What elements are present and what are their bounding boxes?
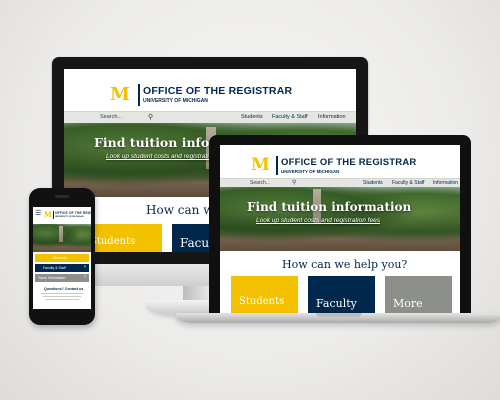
laptop-nav-information[interactable]: Information	[433, 180, 458, 186]
site-header: M OFFICE OF THE REGISTRAR UNIVERSITY OF …	[64, 69, 356, 111]
laptop-main-nav: Search... ⚲ Students Faculty & Staff Inf…	[220, 178, 460, 187]
laptop-university-logo[interactable]: M	[251, 157, 270, 174]
logo-divider	[138, 84, 140, 106]
phone-site-subtitle: UNIVERSITY OF MICHIGAN	[55, 216, 84, 218]
laptop: M OFFICE OF THE REGISTRAR UNIVERSITY OF …	[209, 135, 471, 315]
laptop-tile-more[interactable]: More	[385, 276, 452, 315]
nav-information[interactable]: Information	[318, 114, 346, 120]
laptop-site-header: M OFFICE OF THE REGISTRAR UNIVERSITY OF …	[220, 145, 460, 178]
phone-menu-more-info-label: More Information	[39, 276, 66, 280]
phone-menu-faculty[interactable]: Faculty & Staff ›	[35, 264, 89, 272]
chevron-right-icon: ›	[84, 274, 86, 280]
phone-menu-students[interactable]: Students	[35, 254, 89, 262]
phone-site-title[interactable]: OFFICE OF THE REGISTRAR	[55, 211, 91, 215]
laptop-tile-faculty-label: Faculty	[316, 297, 357, 310]
phone-hero-tower-image	[59, 226, 63, 242]
university-logo[interactable]: M	[110, 86, 130, 104]
phone-site-header: ☰ M OFFICE OF THE REGISTRAR UNIVERSITY O…	[33, 207, 91, 221]
main-nav: Search... ⚲ Students Faculty & Staff Inf…	[64, 111, 356, 123]
laptop-notch	[316, 313, 362, 317]
chevron-right-icon: ›	[84, 264, 86, 270]
phone-hero-banner[interactable]	[33, 224, 91, 252]
search-icon[interactable]: ⚲	[148, 113, 153, 121]
phone-logo-divider	[53, 211, 54, 219]
site-subtitle: UNIVERSITY OF MICHIGAN	[143, 98, 208, 104]
site-title[interactable]: OFFICE OF THE REGISTRAR	[143, 85, 292, 97]
laptop-screen: M OFFICE OF THE REGISTRAR UNIVERSITY OF …	[220, 145, 460, 315]
phone-university-logo[interactable]: M	[44, 211, 52, 218]
phone-text-line	[41, 293, 83, 294]
tile-students-label: Students	[90, 236, 136, 247]
laptop-site-title[interactable]: OFFICE OF THE REGISTRAR	[281, 157, 417, 168]
laptop-hero-title: Find tuition information	[247, 200, 412, 214]
laptop-logo-divider	[276, 156, 278, 175]
laptop-tile-faculty[interactable]: Faculty	[308, 276, 375, 315]
laptop-nav-students[interactable]: Students	[363, 180, 383, 186]
phone-text-line	[45, 299, 79, 300]
laptop-help-heading: How can we help you?	[282, 258, 408, 271]
nav-students[interactable]: Students	[241, 114, 263, 120]
laptop-nav-faculty-staff[interactable]: Faculty & Staff	[392, 180, 424, 186]
phone: ☰ M OFFICE OF THE REGISTRAR UNIVERSITY O…	[29, 188, 95, 325]
search-input[interactable]: Search...	[100, 114, 122, 120]
phone-text-line	[43, 296, 81, 297]
nav-faculty-staff[interactable]: Faculty & Staff	[272, 114, 308, 120]
phone-menu-more-info[interactable]: More Information ›	[35, 274, 89, 282]
phone-menu-students-label: Students	[53, 256, 67, 260]
laptop-hero-banner[interactable]: Find tuition information Look up student…	[220, 187, 460, 251]
phone-menu-faculty-label: Faculty & Staff	[43, 266, 66, 270]
phone-screen: ☰ M OFFICE OF THE REGISTRAR UNIVERSITY O…	[33, 207, 91, 309]
laptop-hero-link[interactable]: Look up student costs and registration f…	[256, 217, 380, 224]
laptop-tile-students[interactable]: Students	[231, 276, 298, 315]
laptop-tile-more-label: More	[393, 297, 423, 310]
phone-questions-link[interactable]: Questions? Contact us	[44, 287, 83, 291]
phone-speaker	[55, 195, 69, 198]
laptop-search-icon[interactable]: ⚲	[292, 179, 296, 186]
hamburger-icon[interactable]: ☰	[35, 210, 41, 217]
carousel-dots[interactable]	[430, 243, 451, 251]
laptop-site-subtitle: UNIVERSITY OF MICHIGAN	[281, 169, 340, 174]
laptop-search-input[interactable]: Search...	[250, 180, 270, 186]
laptop-tile-students-label: Students	[239, 296, 285, 307]
